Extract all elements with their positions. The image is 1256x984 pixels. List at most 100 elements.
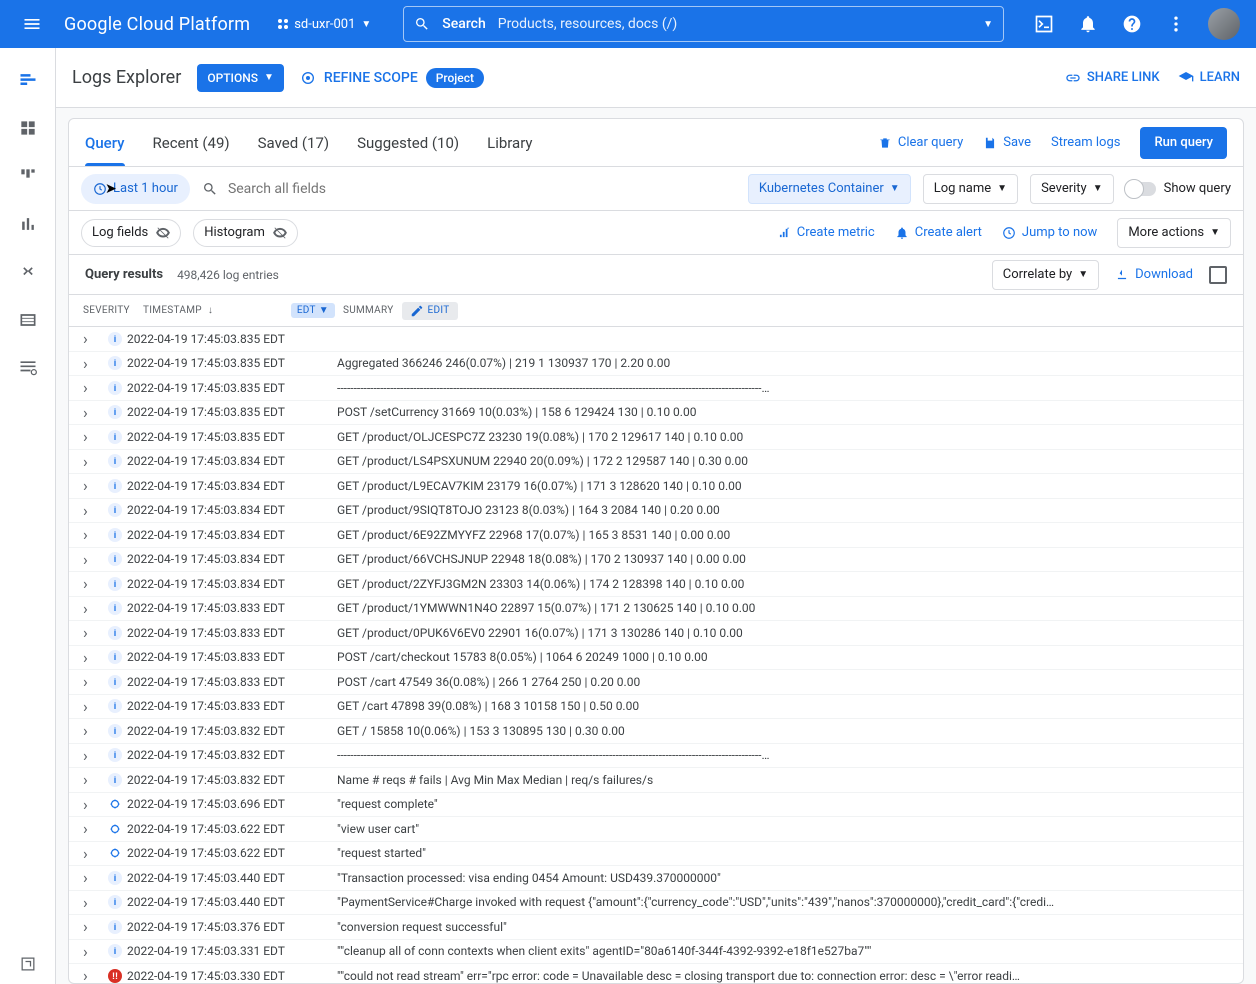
log-row[interactable]: ›i2022-04-19 17:45:03.835 EDTAggregated … — [69, 352, 1243, 377]
expand-icon[interactable]: › — [83, 746, 103, 765]
nav-storage-icon[interactable] — [8, 300, 48, 340]
log-row[interactable]: ›i2022-04-19 17:45:03.835 EDTGET /produc… — [69, 425, 1243, 450]
tab-saved[interactable]: Saved (17) — [258, 119, 329, 166]
expand-icon[interactable]: › — [83, 721, 103, 740]
nav-metrics-icon[interactable] — [8, 204, 48, 244]
help-icon[interactable] — [1112, 4, 1152, 44]
clear-query-button[interactable]: Clear query — [878, 135, 963, 150]
expand-icon[interactable]: › — [83, 403, 103, 422]
log-row[interactable]: ›i2022-04-19 17:45:03.331 EDT""cleanup a… — [69, 940, 1243, 965]
nav-dashboards-icon[interactable] — [8, 156, 48, 196]
expand-icon[interactable]: › — [83, 574, 103, 593]
timezone-chip[interactable]: EDT▼ — [291, 303, 335, 318]
show-query-toggle[interactable]: Show query — [1126, 181, 1231, 196]
expand-icon[interactable]: › — [83, 672, 103, 691]
tab-suggested[interactable]: Suggested (10) — [357, 119, 459, 166]
expand-icon[interactable]: › — [83, 868, 103, 887]
fields-search-input[interactable] — [228, 181, 736, 197]
expand-icon[interactable]: › — [83, 427, 103, 446]
log-row[interactable]: ›i2022-04-19 17:45:03.834 EDTGET /produc… — [69, 548, 1243, 573]
create-metric-button[interactable]: Create metric — [777, 225, 875, 240]
expand-icon[interactable]: › — [83, 819, 103, 838]
create-alert-button[interactable]: Create alert — [895, 225, 982, 240]
log-row[interactable]: ›i2022-04-19 17:45:03.834 EDTGET /produc… — [69, 572, 1243, 597]
expand-icon[interactable]: › — [83, 844, 103, 863]
nav-item-2[interactable] — [8, 108, 48, 148]
log-row[interactable]: ›i2022-04-19 17:45:03.834 EDTGET /produc… — [69, 523, 1243, 548]
expand-icon[interactable]: › — [83, 893, 103, 912]
global-search[interactable]: Search ▼ — [403, 6, 1004, 42]
expand-icon[interactable]: › — [83, 354, 103, 373]
tab-recent[interactable]: Recent (49) — [153, 119, 230, 166]
cloud-shell-icon[interactable] — [1024, 4, 1064, 44]
edit-summary-button[interactable]: EDIT — [402, 302, 458, 320]
refine-scope-button[interactable]: REFINE SCOPE Project — [300, 68, 484, 88]
log-row[interactable]: ›i2022-04-19 17:45:03.833 EDTPOST /cart/… — [69, 646, 1243, 671]
severity-filter[interactable]: Severity▼ — [1030, 174, 1114, 204]
histogram-toggle[interactable]: Histogram — [193, 219, 298, 247]
learn-button[interactable]: LEARN — [1178, 70, 1240, 86]
log-row[interactable]: ›i2022-04-19 17:45:03.833 EDTGET /cart 4… — [69, 695, 1243, 720]
save-button[interactable]: Save — [983, 135, 1031, 150]
expand-icon[interactable]: › — [83, 942, 103, 961]
expand-icon[interactable]: › — [83, 795, 103, 814]
log-row[interactable]: ›i2022-04-19 17:45:03.440 EDT"Transactio… — [69, 866, 1243, 891]
time-range-chip[interactable]: ➤ Last 1 hour — [81, 174, 190, 204]
log-fields-toggle[interactable]: Log fields — [81, 219, 181, 247]
stream-logs-button[interactable]: Stream logs — [1051, 135, 1120, 150]
log-results[interactable]: ›i2022-04-19 17:45:03.835 EDT›i2022-04-1… — [69, 327, 1243, 983]
fullscreen-button[interactable] — [1209, 266, 1227, 284]
nav-router-icon[interactable] — [8, 252, 48, 292]
log-row[interactable]: ›i2022-04-19 17:45:03.835 EDT — [69, 327, 1243, 352]
user-avatar[interactable] — [1208, 8, 1240, 40]
expand-icon[interactable]: › — [83, 917, 103, 936]
expand-icon[interactable]: › — [83, 697, 103, 716]
log-row[interactable]: ›!!2022-04-19 17:45:03.330 EDT""could no… — [69, 964, 1243, 983]
expand-icon[interactable]: › — [83, 452, 103, 471]
expand-icon[interactable]: › — [83, 966, 103, 983]
col-severity[interactable]: SEVERITY — [83, 305, 143, 316]
correlate-button[interactable]: Correlate by▼ — [992, 260, 1099, 290]
search-input[interactable] — [498, 16, 971, 32]
log-row[interactable]: ›2022-04-19 17:45:03.622 EDT"request sta… — [69, 842, 1243, 867]
nav-analytics-icon[interactable] — [8, 348, 48, 388]
log-row[interactable]: ›i2022-04-19 17:45:03.832 EDTGET / 15858… — [69, 719, 1243, 744]
expand-icon[interactable]: › — [83, 329, 103, 348]
jump-to-now-button[interactable]: Jump to now — [1002, 225, 1097, 240]
col-timestamp[interactable]: TIMESTAMP ↓ EDT▼ — [143, 303, 343, 318]
log-row[interactable]: ›2022-04-19 17:45:03.622 EDT"view user c… — [69, 817, 1243, 842]
log-row[interactable]: ›i2022-04-19 17:45:03.376 EDT"conversion… — [69, 915, 1243, 940]
expand-icon[interactable]: › — [83, 599, 103, 618]
notifications-icon[interactable] — [1068, 4, 1108, 44]
share-link-button[interactable]: SHARE LINK — [1065, 70, 1160, 86]
expand-icon[interactable]: › — [83, 623, 103, 642]
resource-filter[interactable]: Kubernetes Container▼ — [748, 174, 911, 204]
expand-icon[interactable]: › — [83, 648, 103, 667]
log-row[interactable]: ›2022-04-19 17:45:03.696 EDT"request com… — [69, 793, 1243, 818]
logname-filter[interactable]: Log name▼ — [923, 174, 1018, 204]
log-row[interactable]: ›i2022-04-19 17:45:03.833 EDTPOST /cart … — [69, 670, 1243, 695]
nav-pin-icon[interactable] — [8, 944, 48, 984]
more-actions-button[interactable]: More actions▼ — [1117, 218, 1231, 248]
expand-icon[interactable]: › — [83, 550, 103, 569]
search-fields[interactable] — [202, 181, 736, 197]
nav-logs-icon[interactable] — [8, 60, 48, 100]
log-row[interactable]: ›i2022-04-19 17:45:03.832 EDTName # reqs… — [69, 768, 1243, 793]
expand-icon[interactable]: › — [83, 378, 103, 397]
tab-library[interactable]: Library — [487, 119, 532, 166]
expand-icon[interactable]: › — [83, 525, 103, 544]
log-row[interactable]: ›i2022-04-19 17:45:03.440 EDT"PaymentSer… — [69, 891, 1243, 916]
expand-icon[interactable]: › — [83, 501, 103, 520]
gcp-logo[interactable]: Google Cloud Platform — [60, 14, 262, 35]
expand-icon[interactable]: › — [83, 476, 103, 495]
log-row[interactable]: ›i2022-04-19 17:45:03.835 EDT-----------… — [69, 376, 1243, 401]
log-row[interactable]: ›i2022-04-19 17:45:03.834 EDTGET /produc… — [69, 499, 1243, 524]
log-row[interactable]: ›i2022-04-19 17:45:03.834 EDTGET /produc… — [69, 450, 1243, 475]
project-picker[interactable]: sd-uxr-001 ▼ — [266, 8, 383, 40]
search-dropdown-icon[interactable]: ▼ — [983, 19, 993, 30]
expand-icon[interactable]: › — [83, 770, 103, 789]
options-button[interactable]: OPTIONS▼ — [197, 64, 284, 92]
log-row[interactable]: ›i2022-04-19 17:45:03.832 EDT-----------… — [69, 744, 1243, 769]
nav-menu-button[interactable] — [8, 0, 56, 48]
log-row[interactable]: ›i2022-04-19 17:45:03.833 EDTGET /produc… — [69, 597, 1243, 622]
